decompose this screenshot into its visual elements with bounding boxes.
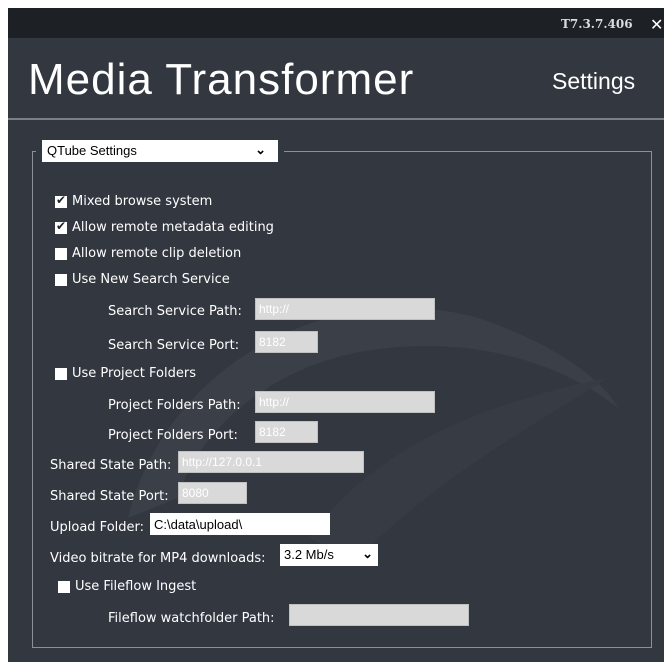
project-path-input[interactable]: http:// — [255, 391, 435, 413]
search-path-input[interactable]: http:// — [255, 298, 435, 320]
search-port-label: Search Service Port: — [108, 338, 240, 353]
watchfolder-label: Fileflow watchfolder Path: — [108, 611, 275, 626]
project-path-label: Project Folders Path: — [108, 398, 241, 413]
fileflow-checkbox[interactable] — [58, 581, 70, 593]
new-search-label: Use New Search Service — [72, 272, 230, 287]
shared-path-input[interactable]: http://127.0.0.1 — [178, 451, 364, 473]
remote-metadata-label: Allow remote metadata editing — [72, 220, 274, 235]
section-title: Settings — [552, 68, 636, 94]
version-label: T7.3.7.406 — [561, 17, 633, 31]
settings-window: T7.3.7.406 ✕ Media Transformer Settings … — [8, 8, 664, 662]
project-port-label: Project Folders Port: — [108, 428, 238, 443]
upload-folder-input[interactable]: C:\data\upload\ — [150, 513, 330, 535]
watchfolder-input[interactable] — [289, 604, 469, 626]
remote-delete-label: Allow remote clip deletion — [72, 246, 242, 261]
check-icon: ✔ — [56, 193, 67, 207]
shared-port-label: Shared State Port: — [50, 489, 169, 504]
remote-metadata-checkbox[interactable]: ✔ — [55, 219, 67, 234]
mixed-browse-label: Mixed browse system — [72, 194, 213, 209]
project-folders-label: Use Project Folders — [72, 366, 196, 381]
mixed-browse-checkbox[interactable]: ✔ — [55, 193, 67, 208]
bitrate-label: Video bitrate for MP4 downloads: — [50, 551, 266, 566]
remote-delete-checkbox[interactable] — [55, 248, 67, 260]
settings-group-dropdown[interactable]: QTube Settings ⌄ — [42, 140, 284, 162]
title-bar: T7.3.7.406 ✕ — [8, 8, 664, 38]
project-folders-checkbox[interactable] — [55, 368, 67, 380]
search-path-label: Search Service Path: — [108, 304, 242, 319]
bitrate-select[interactable]: 3.2 Mb/s ⌄ — [280, 544, 378, 566]
fileflow-label: Use Fileflow Ingest — [75, 579, 197, 594]
chevron-down-icon: ⌄ — [362, 546, 373, 561]
check-icon: ✔ — [56, 219, 67, 233]
project-port-input[interactable]: 8182 — [255, 421, 318, 443]
shared-port-input[interactable]: 8080 — [178, 482, 247, 504]
chevron-down-icon: ⌄ — [255, 142, 266, 157]
settings-group-value: QTube Settings — [47, 143, 137, 158]
shared-path-label: Shared State Path: — [50, 458, 172, 473]
app-title: Media Transformer — [28, 55, 415, 104]
bitrate-value: 3.2 Mb/s — [284, 547, 334, 562]
new-search-checkbox[interactable] — [55, 274, 67, 286]
search-port-input[interactable]: 8182 — [255, 331, 318, 353]
header-divider — [8, 118, 664, 120]
close-icon[interactable]: ✕ — [650, 15, 663, 34]
upload-folder-label: Upload Folder: — [50, 520, 145, 535]
